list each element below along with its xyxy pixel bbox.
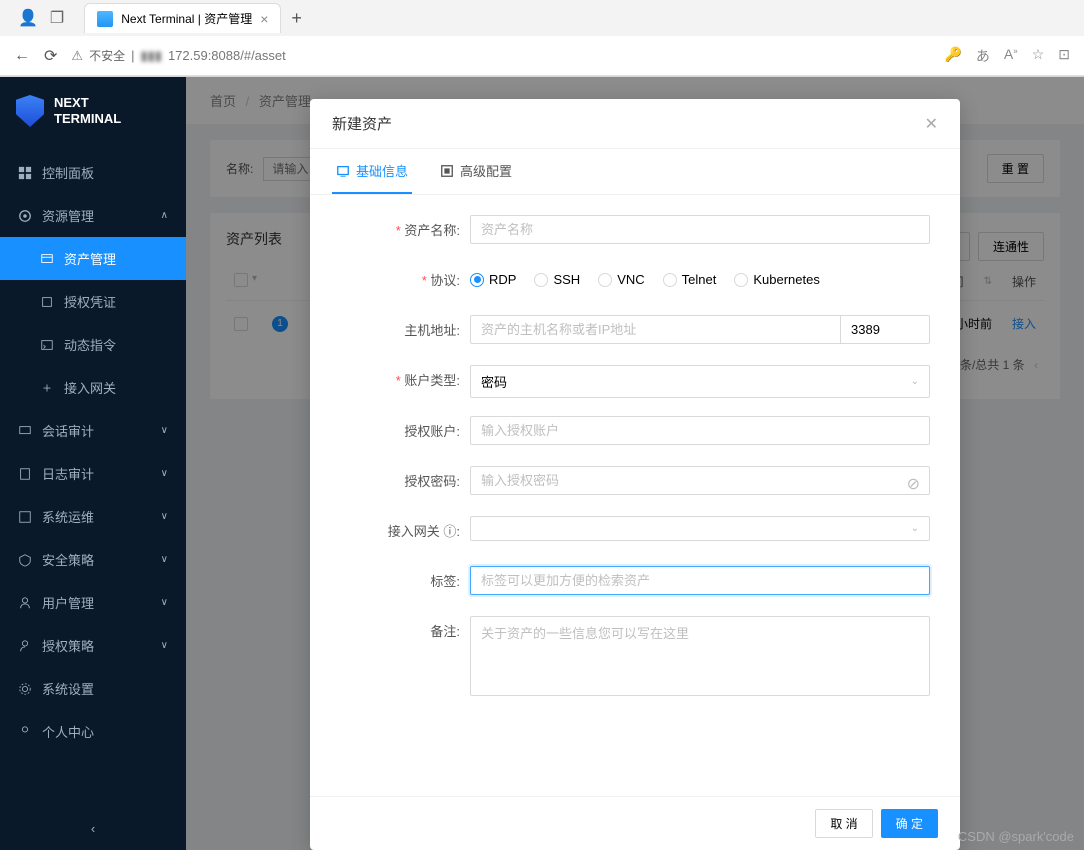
- port-input[interactable]: [840, 315, 930, 344]
- close-icon[interactable]: ✕: [925, 114, 938, 134]
- sidebar-item-user[interactable]: 用户管理∨: [0, 581, 186, 624]
- user-icon[interactable]: 👤: [18, 8, 38, 28]
- sidebar-item-session[interactable]: 会话审计∨: [0, 409, 186, 452]
- address-bar[interactable]: ⚠ 不安全 | ▮▮▮ 172.59:8088/#/asset: [71, 47, 930, 64]
- gateway-select[interactable]: ⌄: [470, 516, 930, 541]
- window-controls: 👤 ❐: [8, 8, 74, 28]
- insecure-icon: ⚠: [71, 48, 83, 64]
- radio-rdp[interactable]: RDP: [470, 272, 516, 287]
- eye-slash-icon[interactable]: ⊘: [907, 474, 920, 494]
- tab-advanced[interactable]: 高级配置: [436, 149, 516, 194]
- sidebar-item-profile[interactable]: 个人中心: [0, 710, 186, 753]
- sidebar-collapse-button[interactable]: ‹: [0, 807, 186, 850]
- radio-ssh[interactable]: SSH: [534, 272, 580, 287]
- label-account-type: 账户类型:: [340, 365, 470, 397]
- browser-tab[interactable]: Next Terminal | 资产管理 ×: [84, 3, 281, 33]
- auth-user-input[interactable]: [470, 416, 930, 445]
- modal-mask[interactable]: 新建资产 ✕ 基础信息 高级配置 资产名称: 协议: RDP: [186, 77, 1084, 850]
- radio-telnet[interactable]: Telnet: [663, 272, 717, 287]
- cancel-button[interactable]: 取 消: [815, 809, 872, 838]
- new-tab-button[interactable]: +: [291, 8, 302, 29]
- sidebar-item-ops[interactable]: 系统运维∨: [0, 495, 186, 538]
- chevron-down-icon: ⌄: [911, 376, 919, 387]
- sidebar-item-dashboard[interactable]: 控制面板: [0, 151, 186, 194]
- sidebar-item-gateway[interactable]: 接入网关: [0, 366, 186, 409]
- modal-title: 新建资产: [332, 113, 392, 134]
- radio-kubernetes[interactable]: Kubernetes: [734, 272, 820, 287]
- label-host: 主机地址:: [340, 315, 470, 347]
- asset-name-input[interactable]: [470, 215, 930, 244]
- label-asset-name: 资产名称:: [340, 215, 470, 247]
- sidebar-item-log[interactable]: 日志审计∨: [0, 452, 186, 495]
- auth-pass-input[interactable]: [470, 466, 930, 495]
- sidebar-item-asset[interactable]: 资产管理: [0, 237, 186, 280]
- sidebar-item-settings[interactable]: 系统设置: [0, 667, 186, 710]
- refresh-icon[interactable]: ⟳: [44, 46, 57, 66]
- remark-textarea[interactable]: [470, 616, 930, 696]
- tab-title: Next Terminal | 资产管理: [121, 10, 252, 27]
- favicon-icon: [97, 11, 113, 27]
- chevron-down-icon: ∨: [161, 425, 168, 436]
- sidebar-item-credential[interactable]: 授权凭证: [0, 280, 186, 323]
- more-icon[interactable]: ⊡: [1058, 46, 1070, 66]
- key-icon[interactable]: 🔑: [944, 46, 961, 66]
- copy-icon[interactable]: ❐: [50, 8, 64, 28]
- sidebar-item-resource[interactable]: 资源管理∧: [0, 194, 186, 237]
- chevron-up-icon: ∧: [161, 210, 168, 221]
- label-tags: 标签:: [340, 566, 470, 598]
- translate-icon[interactable]: あ: [976, 46, 990, 66]
- back-icon[interactable]: ←: [14, 47, 30, 65]
- logo: NEXTTERMINAL: [0, 77, 186, 151]
- ok-button[interactable]: 确 定: [881, 809, 938, 838]
- account-type-select[interactable]: 密码⌄: [470, 365, 930, 398]
- main-content: 首页 / 资产管理 名称: 重 置 资产列表 删 除 连通性 ▾: [186, 77, 1084, 850]
- sidebar-item-command[interactable]: 动态指令: [0, 323, 186, 366]
- logo-shield-icon: [16, 95, 44, 127]
- sidebar: NEXTTERMINAL 控制面板 资源管理∧ 资产管理 授权凭证 动态指令 接…: [0, 77, 186, 850]
- favorite-icon[interactable]: ☆: [1032, 46, 1045, 66]
- tags-input[interactable]: [470, 566, 930, 595]
- host-input[interactable]: [470, 315, 840, 344]
- new-asset-modal: 新建资产 ✕ 基础信息 高级配置 资产名称: 协议: RDP: [310, 99, 960, 850]
- protocol-radio-group: RDP SSH VNC Telnet Kubernetes: [470, 265, 930, 287]
- label-auth-user: 授权账户:: [340, 416, 470, 448]
- label-auth-pass: 授权密码:: [340, 466, 470, 498]
- watermark: CSDN @spark'code: [958, 829, 1074, 844]
- text-icon[interactable]: A»: [1004, 46, 1018, 66]
- tab-close-icon[interactable]: ×: [260, 11, 268, 27]
- label-protocol: 协议:: [340, 265, 470, 297]
- sidebar-item-security[interactable]: 安全策略∨: [0, 538, 186, 581]
- tab-basic[interactable]: 基础信息: [332, 149, 412, 194]
- chevron-down-icon: ⌄: [911, 523, 919, 534]
- browser-chrome: 👤 ❐ Next Terminal | 资产管理 × + ← ⟳ ⚠ 不安全 |…: [0, 0, 1084, 77]
- label-remark: 备注:: [340, 616, 470, 648]
- radio-vnc[interactable]: VNC: [598, 272, 644, 287]
- sidebar-item-auth[interactable]: 授权策略∨: [0, 624, 186, 667]
- label-gateway: 接入网关 ⓘ:: [340, 516, 470, 548]
